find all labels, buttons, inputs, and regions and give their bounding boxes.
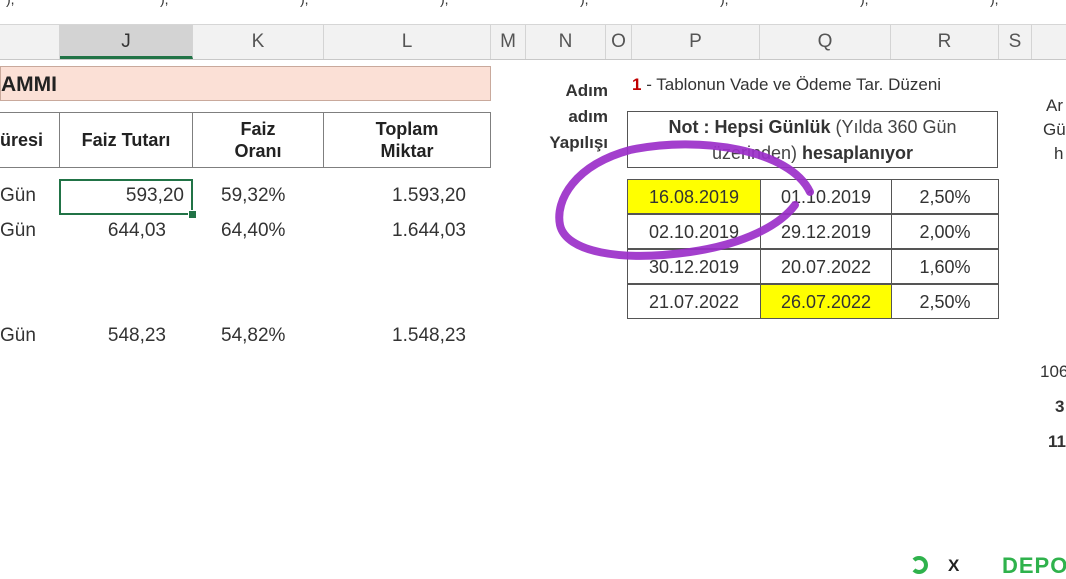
rate-table: 16.08.2019 01.10.2019 2,50% 02.10.2019 2… (627, 179, 999, 320)
column-header-s[interactable]: S (999, 25, 1032, 59)
rate-value[interactable]: 1,60% (891, 249, 999, 284)
rate-end-date[interactable]: 29.12.2019 (760, 214, 892, 249)
cell-faiz-orani[interactable]: 59,32% (221, 185, 285, 207)
cell-toplam[interactable]: 1.644,03 (330, 220, 466, 242)
column-header-partial[interactable] (0, 25, 60, 59)
cell-sure[interactable]: Gün (0, 185, 36, 207)
rate-start-date[interactable]: 30.12.2019 (627, 249, 761, 284)
header-toplam-miktar: Toplam Miktar (323, 112, 491, 168)
edge-text: 3 (1055, 397, 1065, 416)
header-faiz-tutari: Faiz Tutarı (59, 112, 193, 168)
column-header-p[interactable]: P (632, 25, 760, 59)
cell-faiz-orani[interactable]: 64,40% (221, 220, 285, 242)
rate-start-date[interactable]: 21.07.2022 (627, 284, 761, 319)
rate-end-date[interactable]: 26.07.2022 (760, 284, 892, 319)
column-header-m[interactable]: M (491, 25, 526, 59)
header-faiz-orani: Faiz Oranı (192, 112, 324, 168)
note-box[interactable]: Not : Hepsi Günlük (Yılda 360 Gün üzerin… (627, 111, 998, 168)
cell-sure[interactable]: Gün (0, 325, 36, 347)
cell-toplam[interactable]: 1.548,23 (330, 325, 466, 347)
rate-value[interactable]: 2,50% (891, 179, 999, 214)
column-header-r[interactable]: R (891, 25, 999, 59)
cell-faiz-tutari[interactable]: 548,23 (60, 325, 166, 347)
cell-faiz-orani[interactable]: 54,82% (221, 325, 285, 347)
rate-row: 02.10.2019 29.12.2019 2,00% (627, 214, 999, 249)
edge-text: 11 (1048, 432, 1066, 451)
watermark-logo: DEPO (1002, 553, 1066, 578)
watermark-icon (910, 556, 928, 574)
title-band: AMMI (0, 66, 491, 101)
rate-value[interactable]: 2,00% (891, 214, 999, 249)
rate-start-date[interactable]: 02.10.2019 (627, 214, 761, 249)
column-header-l[interactable]: L (324, 25, 491, 59)
rate-row: 21.07.2022 26.07.2022 2,50% (627, 284, 999, 319)
step-label: Adım adım Yapılışı (549, 81, 608, 152)
column-header-q[interactable]: Q (760, 25, 891, 59)
note-title: 1 - Tablonun Vade ve Ödeme Tar. Düzeni (632, 75, 942, 94)
active-cell-selection[interactable] (59, 179, 193, 215)
column-header-n[interactable]: N (526, 25, 606, 59)
edge-text: Ar (1046, 96, 1063, 115)
rate-value[interactable]: 2,50% (891, 284, 999, 319)
column-header-o[interactable]: O (606, 25, 632, 59)
column-header-j[interactable]: J (60, 25, 193, 59)
cell-sure[interactable]: Gün (0, 220, 36, 242)
edge-text: Gü (1043, 120, 1066, 139)
watermark-text: X (948, 556, 960, 575)
rate-end-date[interactable]: 20.07.2022 (760, 249, 892, 284)
sheet-title: AMMI (1, 73, 57, 96)
edge-text: h (1054, 144, 1064, 163)
edge-text: 106 (1040, 362, 1066, 381)
rate-end-date[interactable]: 01.10.2019 (760, 179, 892, 214)
column-header-k[interactable]: K (193, 25, 324, 59)
fill-handle[interactable] (188, 210, 197, 219)
rate-start-date[interactable]: 16.08.2019 (627, 179, 761, 214)
column-header-bar: J K L M N O P Q R S (0, 24, 1066, 60)
rate-row: 16.08.2019 01.10.2019 2,50% (627, 179, 999, 214)
cell-faiz-tutari[interactable]: 644,03 (60, 220, 166, 242)
header-sure: üresi (0, 112, 60, 168)
cell-toplam[interactable]: 1.593,20 (330, 185, 466, 207)
formula-strip: ), ), ), ), ), ), ), ), (0, 0, 1066, 8)
rate-row: 30.12.2019 20.07.2022 1,60% (627, 249, 999, 284)
